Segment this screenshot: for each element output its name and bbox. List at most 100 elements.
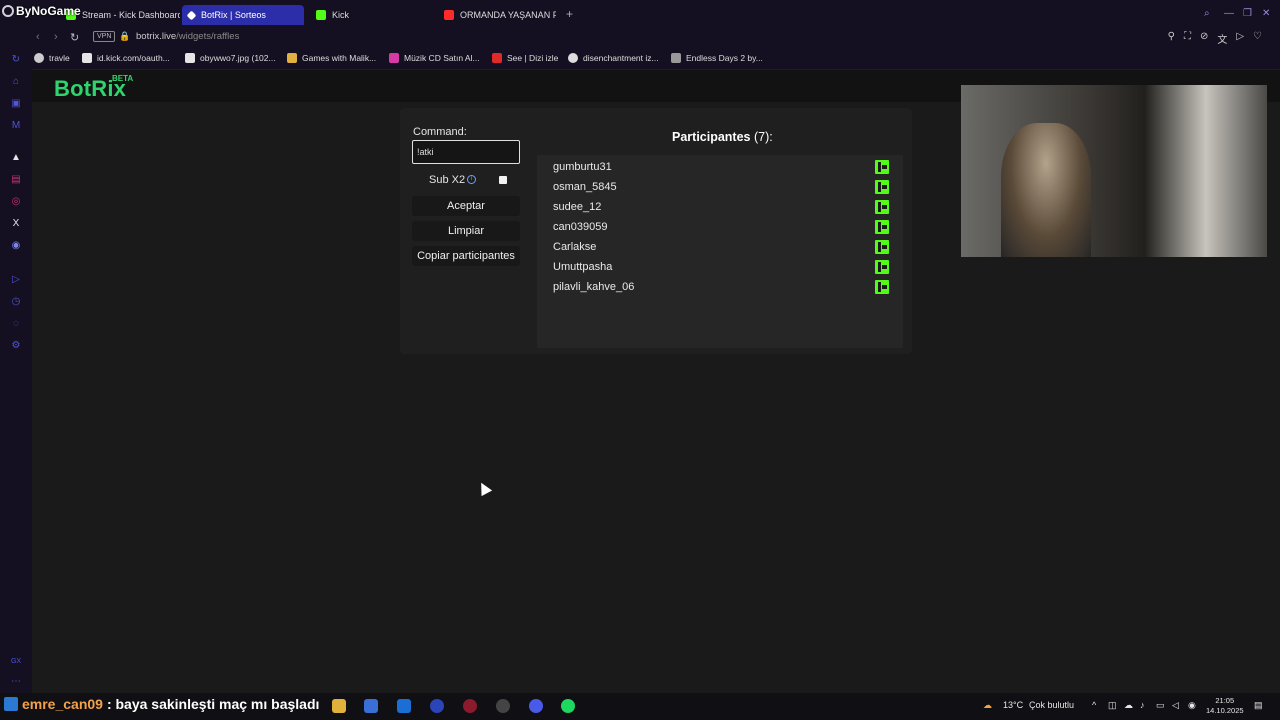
page-icon	[671, 53, 681, 63]
x-icon[interactable]: X	[10, 218, 22, 230]
bookmark-item[interactable]: id.kick.com/oauth...	[82, 53, 170, 63]
chevron-up-icon[interactable]: ^	[1092, 700, 1096, 710]
accept-button[interactable]: Aceptar	[412, 196, 520, 216]
system-clock[interactable]: 21:05 14.10.2025	[1206, 696, 1244, 716]
screenshot-icon[interactable]: ⛶	[1184, 31, 1191, 46]
security-icon[interactable]: ◉	[1188, 700, 1196, 711]
reload-icon[interactable]: ↻	[70, 31, 79, 44]
participant-name: gumburtu31	[553, 161, 612, 173]
network-icon[interactable]: ▭	[1156, 700, 1165, 711]
list-item[interactable]: can039059	[553, 220, 889, 236]
list-item[interactable]: osman_5845	[553, 180, 889, 196]
bookmark-item[interactable]: travle	[34, 53, 70, 63]
store-icon[interactable]	[364, 699, 378, 713]
page-icon	[82, 53, 92, 63]
participants-count: (7):	[754, 130, 773, 144]
weather-icon[interactable]: ☁	[983, 700, 992, 711]
sub-x2-checkbox[interactable]	[499, 176, 507, 184]
opera-gx-icon[interactable]	[463, 699, 477, 713]
info-icon[interactable]: i	[467, 175, 476, 184]
maximize-icon[interactable]: ❐	[1243, 8, 1252, 19]
discord-icon[interactable]: ◉	[10, 240, 22, 252]
obs-icon[interactable]	[496, 699, 510, 713]
weather-desc[interactable]: Çok bulutlu	[1029, 700, 1074, 710]
bookmark-item[interactable]: Endless Days 2 by...	[671, 53, 763, 63]
refresh-icon[interactable]: ↻	[10, 54, 22, 66]
heart-icon[interactable]: ♡	[1253, 31, 1262, 46]
kick-icon	[875, 260, 889, 274]
bookmark-icon[interactable]: ⚲	[1168, 31, 1175, 46]
address-bar-actions: ⚲ ⛶ ⊘ 文 ▷ ♡	[1168, 31, 1262, 46]
page-icon	[185, 53, 195, 63]
botrix-icon	[186, 10, 197, 20]
tab-label: BotRix | Sorteos	[201, 10, 266, 20]
bookmark-item[interactable]: Games with Malik...	[287, 53, 376, 63]
player-icon[interactable]: ▷	[10, 274, 22, 286]
file-explorer-icon[interactable]	[332, 699, 346, 713]
tray-app-icon[interactable]: ◫	[1108, 700, 1117, 711]
discord-icon[interactable]	[529, 699, 543, 713]
ea-app-icon[interactable]	[430, 699, 444, 713]
browser-sidebar: ↻ ⌂ ▣ M ▲ ▤ ◎ X ◉ ▷ ◷ ◌ ⚙ GX ⋯	[0, 48, 32, 693]
desktop: ByNoGame Stream - Kick Dashboard BotRix …	[0, 0, 1280, 720]
chat-icon[interactable]: ◌	[10, 318, 22, 330]
play-icon	[492, 53, 502, 63]
weather-temp[interactable]: 13°C	[1003, 700, 1023, 710]
address-bar: ‹ › ↻ VPN 🔒 botrix.live/widgets/raffles …	[0, 28, 1280, 48]
list-item[interactable]: sudee_12	[553, 200, 889, 216]
bookmarks-bar: travle id.kick.com/oauth... obywwo7.jpg …	[0, 48, 1280, 70]
list-item[interactable]: Carlakse	[553, 240, 889, 256]
spotify-icon[interactable]	[561, 699, 575, 713]
new-tab-icon[interactable]: +	[566, 8, 573, 20]
lock-icon[interactable]: 🔒	[119, 31, 130, 42]
app-icon[interactable]: ▲	[10, 152, 22, 164]
history-icon[interactable]: ◷	[10, 296, 22, 308]
clock-time: 21:05	[1215, 696, 1235, 705]
url-field[interactable]: botrix.live/widgets/raffles	[136, 31, 239, 42]
youtube-icon	[444, 10, 454, 20]
back-icon[interactable]: ‹	[36, 31, 40, 43]
list-item[interactable]: pilavli_kahve_06	[553, 280, 889, 296]
outlook-icon[interactable]	[397, 699, 411, 713]
command-label: Command:	[413, 126, 467, 138]
instagram-icon[interactable]: ◎	[10, 196, 22, 208]
bookmark-item[interactable]: obywwo7.jpg (102...	[185, 53, 276, 63]
globe-icon	[34, 53, 44, 63]
kick-icon	[875, 280, 889, 294]
cube-icon[interactable]: ▣	[10, 98, 22, 110]
command-input[interactable]	[412, 140, 520, 164]
vpn-badge[interactable]: VPN	[93, 31, 116, 42]
tab-youtube-video[interactable]: ORMANDA YAŞANAN PA	[438, 5, 556, 25]
player-icon[interactable]: ▷	[1236, 31, 1244, 46]
notification-icon[interactable]: ▤	[1254, 700, 1263, 711]
copy-participants-button[interactable]: Copiar participantes	[412, 246, 520, 266]
list-item[interactable]: gumburtu31	[553, 160, 889, 176]
mail-icon[interactable]: M	[10, 120, 22, 132]
settings-icon[interactable]: ⚙	[10, 340, 22, 352]
tab-botrix-sorteos[interactable]: BotRix | Sorteos	[182, 5, 304, 25]
gx-icon[interactable]: GX	[10, 656, 22, 668]
beta-badge: BETA	[112, 74, 134, 83]
twitch-icon[interactable]: ▤	[10, 174, 22, 186]
participant-name: can039059	[553, 221, 608, 233]
search-icon[interactable]: ⌕	[1204, 8, 1210, 19]
bag-icon[interactable]: ⌂	[10, 76, 22, 88]
chat-message: : baya sakinleşti maç mı başladı	[106, 696, 320, 712]
forward-icon[interactable]: ›	[54, 31, 58, 43]
close-icon[interactable]: ✕	[1262, 8, 1270, 19]
more-icon[interactable]: ⋯	[10, 676, 22, 688]
clear-button[interactable]: Limpiar	[412, 221, 520, 241]
volume-icon[interactable]: ◁	[1172, 700, 1179, 711]
translate-icon[interactable]: 文	[1217, 31, 1227, 46]
bookmark-item[interactable]: See | Dizi izle	[492, 53, 558, 63]
microphone-icon[interactable]: ♪	[1140, 700, 1145, 710]
cloud-icon[interactable]: ☁	[1124, 700, 1133, 711]
adblock-icon[interactable]: ⊘	[1200, 31, 1208, 46]
tab-kick[interactable]: Kick	[310, 5, 430, 25]
participants-list: gumburtu31 osman_5845 sudee_12 can039059…	[537, 155, 903, 348]
minimize-icon[interactable]: —	[1224, 8, 1234, 19]
bookmark-item[interactable]: disenchantment iz...	[568, 53, 659, 63]
raffle-panel: Command: Sub X2 i Aceptar Limpiar Copiar…	[400, 108, 912, 354]
list-item[interactable]: Umuttpasha	[553, 260, 889, 276]
bookmark-item[interactable]: Müzik CD Satın Al...	[389, 53, 480, 63]
